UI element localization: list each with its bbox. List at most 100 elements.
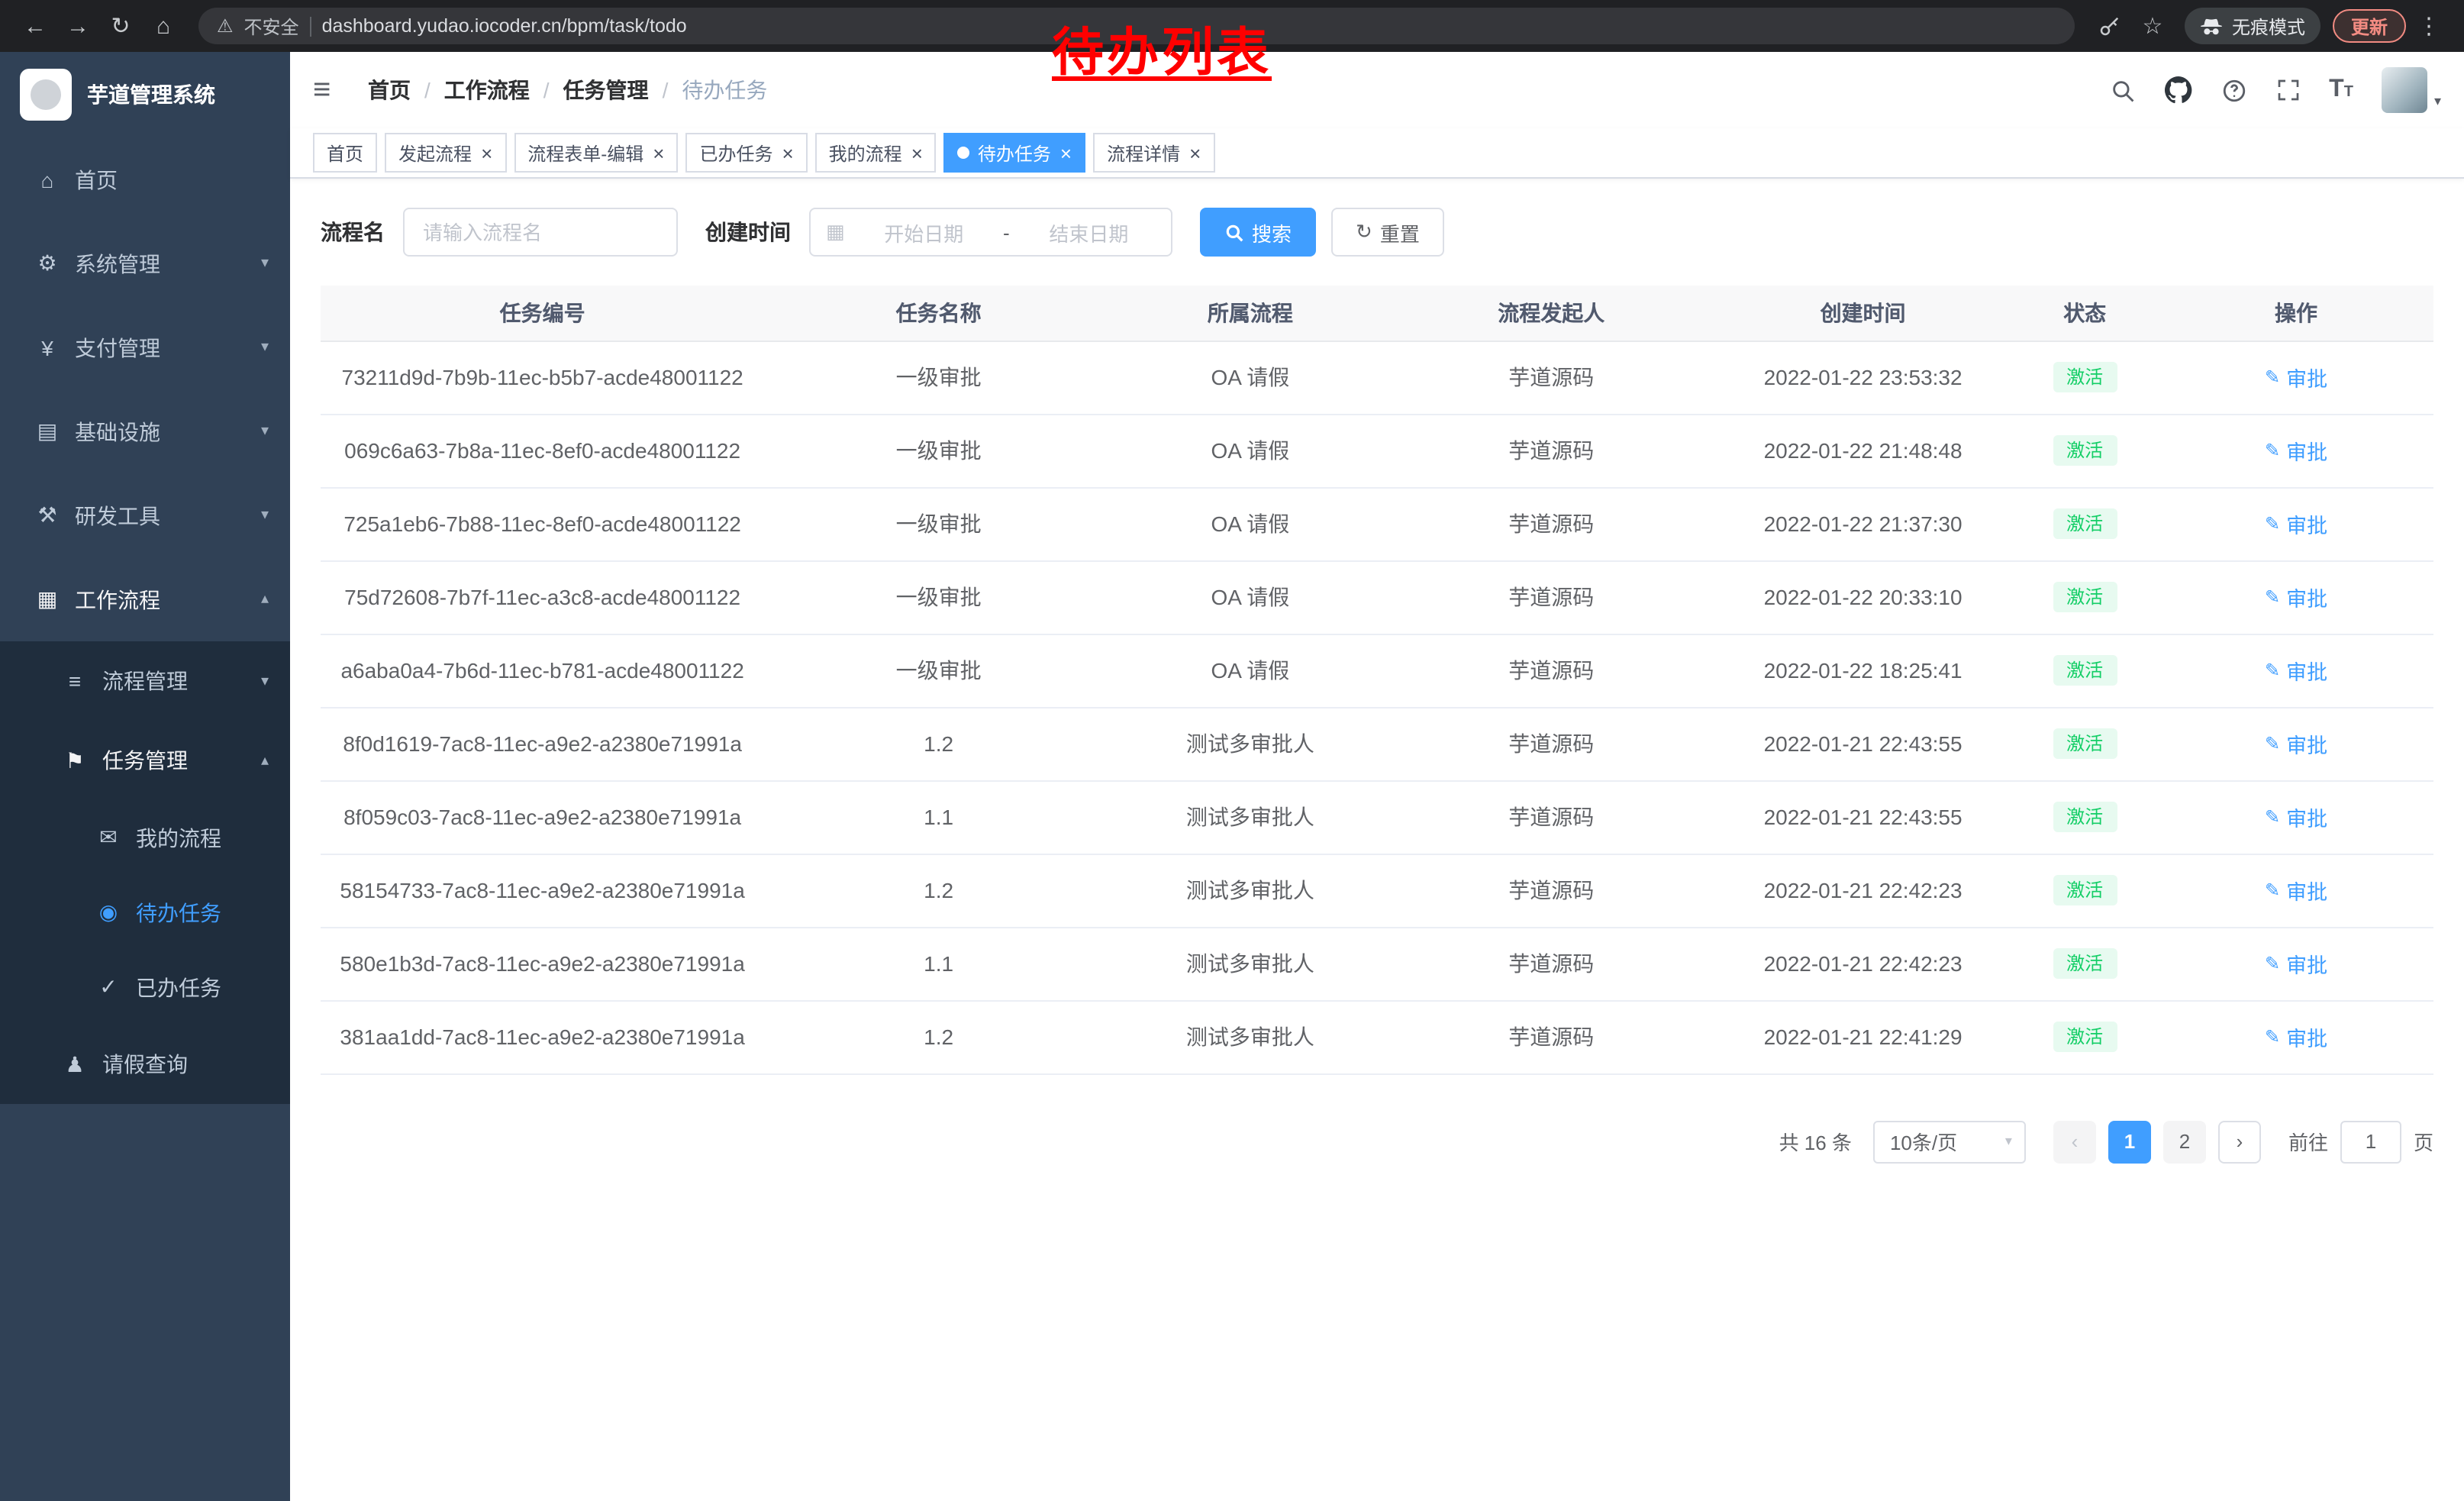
chevron-down-icon: ▾ [2005,1133,2012,1150]
status-badge: 激活 [2053,948,2117,979]
tab-todo-task[interactable]: 待办任务× [944,133,1085,173]
security-warning-label[interactable]: 不安全 [244,13,299,39]
tab-close-icon[interactable]: × [782,143,793,163]
date-range-separator: - [1003,221,1010,244]
breadcrumb-item[interactable]: 首页 [368,75,411,105]
cell-status: 激活 [2011,560,2159,634]
approve-link[interactable]: ✎审批 [2265,875,2327,905]
status-badge: 激活 [2053,582,2117,612]
sidebar-item-label: 流程管理 [102,666,188,696]
create-time-range-picker[interactable]: ▦ 开始日期 - 结束日期 [809,208,1172,257]
approve-link[interactable]: ✎审批 [2265,362,2327,392]
security-warning-icon[interactable]: ⚠ [217,15,234,37]
edit-icon: ✎ [2265,733,2280,754]
url-text[interactable]: dashboard.yudao.iocoder.cn/bpm/task/todo [322,15,687,37]
sidebar-item-label: 系统管理 [75,248,160,279]
tab-done-task[interactable]: 已办任务× [685,133,807,173]
incognito-badge: 无痕模式 [2185,8,2320,44]
tab-form-edit[interactable]: 流程表单-编辑× [514,133,678,173]
sidebar-collapse-icon[interactable]: ≡ [313,73,350,108]
password-key-icon[interactable] [2090,6,2130,46]
forward-icon[interactable]: → [58,6,98,46]
search-icon[interactable] [2109,77,2135,103]
approve-link[interactable]: ✎审批 [2265,435,2327,466]
breadcrumb-item[interactable]: 任务管理 [563,75,649,105]
cell-process: 测试多审批人 [1113,927,1388,1000]
approve-link[interactable]: ✎审批 [2265,1022,2327,1052]
eye-icon: ◉ [95,899,122,925]
approve-link[interactable]: ✎审批 [2265,948,2327,979]
active-tab-dot [958,147,970,159]
status-badge: 激活 [2053,802,2117,832]
tab-close-icon[interactable]: × [1060,143,1072,163]
person-icon: ♟ [61,1051,89,1077]
sidebar-item-devtools[interactable]: ⚒研发工具▾ [0,473,290,557]
user-menu[interactable]: ▾ [2382,67,2441,113]
browser-menu-dots-icon[interactable]: ⋮ [2409,6,2449,46]
sidebar-item-label: 支付管理 [75,332,160,363]
fullscreen-icon[interactable] [2275,78,2300,102]
approve-link[interactable]: ✎审批 [2265,655,2327,686]
sidebar-item-system[interactable]: ⚙系统管理▾ [0,221,290,305]
goto-label: 前往 [2288,1127,2328,1156]
page-button-1[interactable]: 1 [2108,1120,2151,1163]
github-icon[interactable] [2164,76,2191,104]
sidebar-item-done-task[interactable]: ✓已办任务 [0,950,290,1025]
sidebar-item-payment[interactable]: ¥支付管理▾ [0,305,290,389]
avatar[interactable] [2382,67,2428,113]
back-icon[interactable]: ← [15,6,55,46]
table-row: 75d72608-7b7f-11ec-a3c8-acde48001122一级审批… [321,560,2433,634]
help-icon[interactable] [2221,77,2246,103]
start-date-placeholder[interactable]: 开始日期 [857,218,991,247]
approve-link[interactable]: ✎审批 [2265,582,2327,612]
approve-link[interactable]: ✎审批 [2265,802,2327,832]
app-logo: 芋道管理系统 [0,52,290,137]
reset-button[interactable]: ↻ 重置 [1331,208,1444,257]
cell-initiator: 芋道源码 [1388,927,1715,1000]
approve-link-label: 审批 [2286,1022,2327,1052]
calendar-icon: ▦ [826,220,845,244]
end-date-placeholder[interactable]: 结束日期 [1022,218,1156,247]
tab-close-icon[interactable]: × [1189,143,1201,163]
tab-home[interactable]: 首页 [313,133,377,173]
next-page-button[interactable]: › [2218,1120,2261,1163]
process-name-input[interactable] [403,208,678,257]
refresh-icon[interactable]: ↻ [101,6,140,46]
goto-suffix: 页 [2414,1127,2433,1156]
sidebar-menu: ⌂首页⚙系统管理▾¥支付管理▾▤基础设施▾⚒研发工具▾▦工作流程▴≡流程管理▾⚑… [0,137,290,1104]
tab-process-detail[interactable]: 流程详情× [1093,133,1214,173]
cell-status: 激活 [2011,854,2159,927]
sidebar-item-my-process[interactable]: ✉我的流程 [0,800,290,875]
tab-start-process[interactable]: 发起流程× [385,133,506,173]
bookmark-star-icon[interactable]: ☆ [2133,6,2172,46]
cell-create-time: 2022-01-21 22:43:55 [1715,780,2011,854]
sidebar-item-workflow[interactable]: ▦工作流程▴ [0,557,290,641]
search-button[interactable]: 搜索 [1200,208,1316,257]
update-button[interactable]: 更新 [2333,9,2406,43]
tab-close-icon[interactable]: × [653,143,664,163]
font-size-icon[interactable]: TT [2329,76,2353,104]
sidebar-item-process-mgmt[interactable]: ≡流程管理▾ [0,641,290,721]
address-bar[interactable]: ⚠ 不安全 dashboard.yudao.iocoder.cn/bpm/tas… [198,8,2075,44]
sidebar-item-label: 首页 [75,164,118,195]
prev-page-button[interactable]: ‹ [2053,1120,2096,1163]
approve-link[interactable]: ✎审批 [2265,508,2327,539]
page-button-2[interactable]: 2 [2163,1120,2206,1163]
sidebar-item-label: 研发工具 [75,500,160,531]
cell-actions: ✎审批 [2159,414,2433,487]
home-icon[interactable]: ⌂ [144,6,183,46]
goto-page-input[interactable] [2340,1120,2401,1163]
check-icon: ✓ [95,974,122,1000]
sidebar-item-task-mgmt[interactable]: ⚑任务管理▴ [0,721,290,800]
sidebar-item-home[interactable]: ⌂首页 [0,137,290,221]
approve-link[interactable]: ✎审批 [2265,728,2327,759]
breadcrumb-item[interactable]: 工作流程 [444,75,530,105]
page-size-select[interactable]: 10条/页 ▾ [1873,1120,2026,1163]
sidebar-item-todo-task[interactable]: ◉待办任务 [0,875,290,950]
cell-create-time: 2022-01-22 21:37:30 [1715,487,2011,560]
tab-my-process[interactable]: 我的流程× [815,133,937,173]
sidebar-item-infrastructure[interactable]: ▤基础设施▾ [0,389,290,473]
tab-close-icon[interactable]: × [911,143,923,163]
sidebar-item-leave-query[interactable]: ♟请假查询 [0,1025,290,1104]
tab-close-icon[interactable]: × [481,143,492,163]
